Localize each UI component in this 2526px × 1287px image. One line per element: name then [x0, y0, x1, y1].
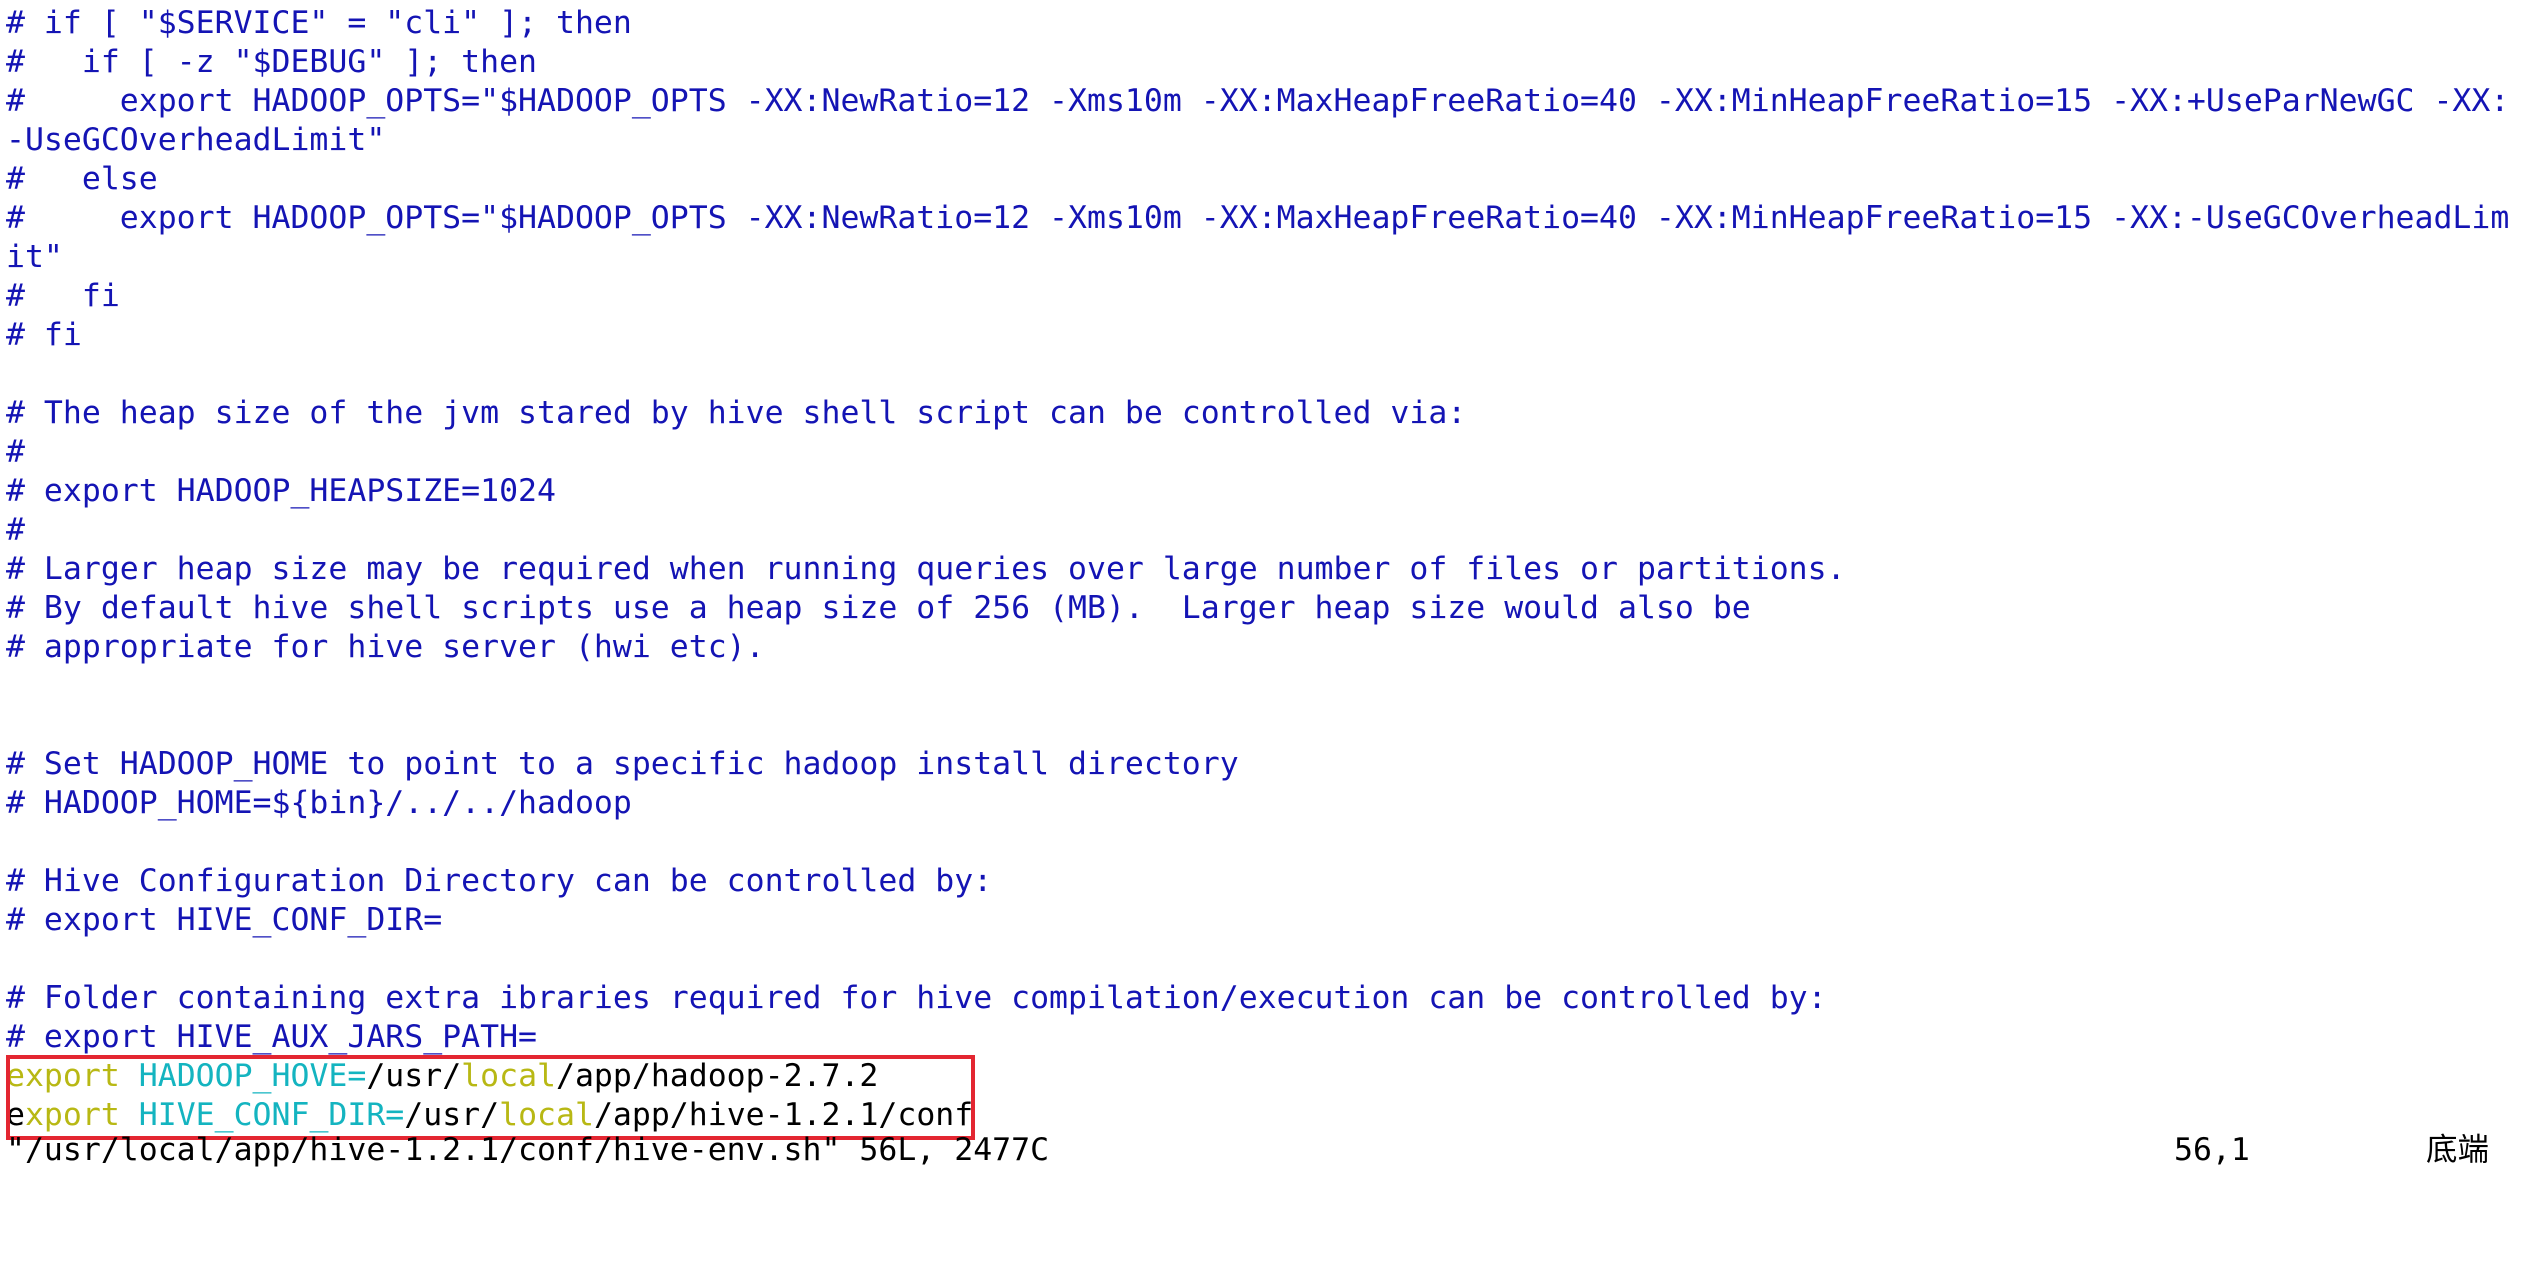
code-line: it" [6, 239, 63, 275]
code-line: # fi [6, 278, 120, 314]
code-line: # Hive Configuration Directory can be co… [6, 863, 993, 899]
variable-name: HIVE_CONF_DIR= [138, 1097, 405, 1133]
path-local-keyword: local [461, 1058, 556, 1094]
path-segment: /usr/ [366, 1058, 462, 1094]
vim-editor-buffer[interactable]: # if [ "$SERVICE" = "cli" ]; then # if [… [6, 4, 2520, 1135]
code-line: # [6, 512, 25, 548]
code-line: # fi [6, 317, 82, 353]
path-local-keyword: local [499, 1097, 594, 1133]
code-line: # The heap size of the jvm stared by hiv… [6, 395, 1467, 431]
status-bar: "/usr/local/app/hive-1.2.1/conf/hive-env… [6, 1131, 2520, 1170]
variable-name: HADOOP_HOVE= [138, 1058, 367, 1094]
code-line: -UseGCOverheadLimit" [6, 122, 386, 158]
code-line: # Larger heap size may be required when … [6, 551, 1846, 587]
code-line: # else [6, 161, 158, 197]
path-segment: /app/hadoop-2.7.2 [556, 1058, 879, 1094]
text-cursor [6, 1094, 9, 1130]
code-line: # export HADOOP_OPTS="$HADOOP_OPTS -XX:N… [6, 200, 2510, 236]
export-keyword: xport [24, 1097, 120, 1133]
export-keyword: export [6, 1058, 120, 1094]
export-hadoop-line: export HADOOP_HOVE=/usr/local/app/hadoop… [6, 1057, 2520, 1096]
code-line: # [6, 434, 25, 470]
export-hive-conf-line: export HIVE_CONF_DIR=/usr/local/app/hive… [6, 1096, 2520, 1135]
code-line: # HADOOP_HOME=${bin}/../../hadoop [6, 785, 632, 821]
code-line: # export HIVE_CONF_DIR= [6, 902, 443, 938]
path-segment: /usr/ [404, 1097, 500, 1133]
code-line: # if [ "$SERVICE" = "cli" ]; then [6, 5, 632, 41]
code-line: # Folder containing extra ibraries requi… [6, 980, 1827, 1016]
path-segment: /app/hive-1.2.1/conf [593, 1097, 974, 1133]
code-line: # export HADOOP_HEAPSIZE=1024 [6, 473, 556, 509]
file-info: "/usr/local/app/hive-1.2.1/conf/hive-env… [6, 1132, 1050, 1168]
scroll-position: 底端 [2426, 1132, 2490, 1168]
code-line: # Set HADOOP_HOME to point to a specific… [6, 746, 1239, 782]
code-line: # By default hive shell scripts use a he… [6, 590, 1751, 626]
code-line: # export HIVE_AUX_JARS_PATH= [6, 1019, 538, 1055]
code-line: # appropriate for hive server (hwi etc). [6, 629, 765, 665]
code-line: # export HADOOP_OPTS="$HADOOP_OPTS -XX:N… [6, 83, 2510, 119]
cursor-position: 56,1 [2174, 1132, 2250, 1168]
code-line: # if [ -z "$DEBUG" ]; then [6, 44, 538, 80]
